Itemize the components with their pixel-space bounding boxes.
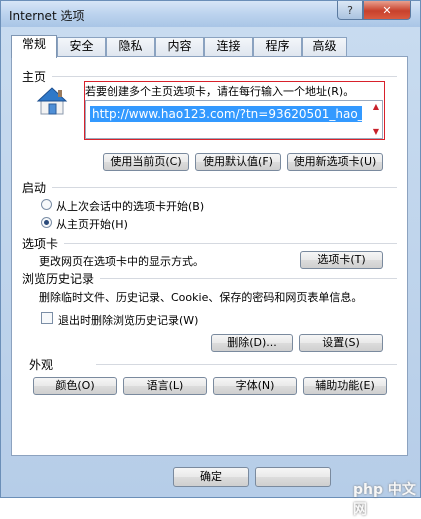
tab-programs[interactable]: 程序 [253, 37, 302, 56]
internet-options-dialog: Internet 选项 ? ✕ 常规 安全 隐私 内容 连接 程序 高级 主页 … [0, 0, 421, 518]
use-new-tab-button[interactable]: 使用新选项卡(U) [287, 153, 383, 171]
languages-button[interactable]: 语言(L) [123, 377, 207, 395]
watermark-text: php 中文网 [353, 482, 416, 518]
window-title: Internet 选项 [9, 9, 85, 23]
tab-privacy[interactable]: 隐私 [106, 37, 155, 56]
use-current-page-button[interactable]: 使用当前页(C) [103, 153, 189, 171]
ok-button[interactable]: 确定 [173, 467, 249, 487]
cancel-button[interactable] [255, 467, 331, 487]
history-section-title: 浏览历史记录 [22, 272, 95, 286]
delete-on-exit-checkbox[interactable] [41, 312, 53, 324]
appearance-separator [96, 364, 397, 365]
delete-history-button[interactable]: 删除(D)... [211, 334, 293, 352]
history-separator [100, 278, 397, 279]
help-button[interactable]: ? [337, 1, 363, 20]
tabs-separator [64, 243, 397, 244]
tab-advanced[interactable]: 高级 [302, 37, 347, 56]
startup-last-session-radio[interactable] [41, 199, 52, 210]
tabs-section-title: 选项卡 [22, 237, 59, 251]
tabs-settings-button[interactable]: 选项卡(T) [300, 251, 383, 269]
startup-section-title: 启动 [22, 181, 47, 195]
homepage-section-title: 主页 [22, 70, 47, 84]
homepage-separator [52, 76, 397, 77]
history-description: 删除临时文件、历史记录、Cookie、保存的密码和网页表单信息。 [39, 291, 363, 304]
tab-content[interactable]: 内容 [155, 37, 204, 56]
startup-homepage-radio[interactable] [41, 217, 52, 228]
close-button[interactable]: ✕ [363, 1, 411, 20]
appearance-section-title: 外观 [29, 358, 54, 372]
startup-homepage-label: 从主页开始(H) [56, 218, 128, 231]
general-tab-panel: 主页 若要创建多个主页选项卡，请在每行输入一个地址(R)。 http://www… [11, 56, 408, 456]
accessibility-button[interactable]: 辅助功能(E) [303, 377, 387, 395]
tabs-description: 更改网页在选项卡中的显示方式。 [39, 255, 204, 268]
use-default-button[interactable]: 使用默认值(F) [195, 153, 281, 171]
history-settings-button[interactable]: 设置(S) [299, 334, 383, 352]
fonts-button[interactable]: 字体(N) [213, 377, 297, 395]
tab-connections[interactable]: 连接 [204, 37, 253, 56]
tab-general[interactable]: 常规 [11, 35, 57, 58]
home-icon [36, 87, 68, 115]
startup-last-session-label: 从上次会话中的选项卡开始(B) [56, 200, 205, 213]
tab-security[interactable]: 安全 [57, 37, 106, 56]
delete-on-exit-label: 退出时删除浏览历史记录(W) [58, 314, 199, 327]
colors-button[interactable]: 颜色(O) [33, 377, 117, 395]
startup-separator [52, 187, 397, 188]
title-bar[interactable]: Internet 选项 ? ✕ [1, 1, 420, 27]
highlight-box [84, 81, 385, 140]
